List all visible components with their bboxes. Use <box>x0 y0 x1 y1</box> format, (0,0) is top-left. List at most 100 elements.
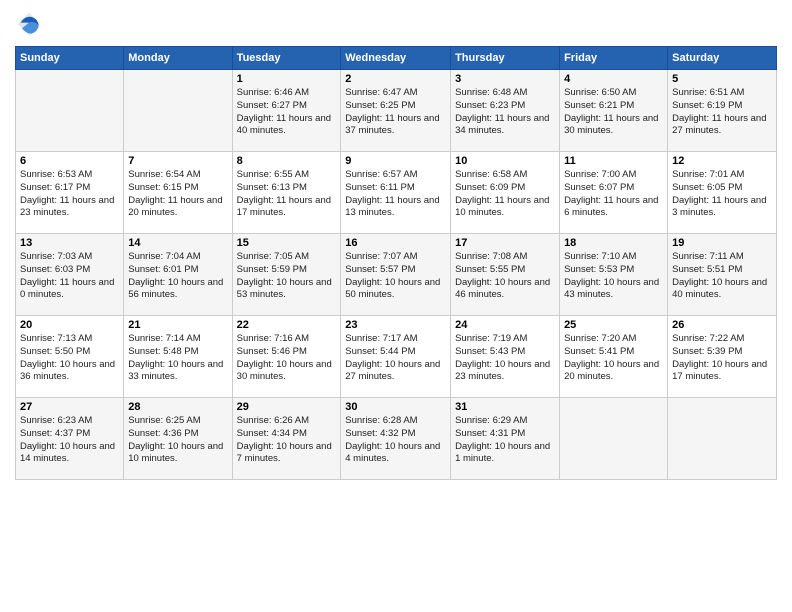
day-number: 25 <box>564 319 663 331</box>
calendar-cell: 28Sunrise: 6:25 AM Sunset: 4:36 PM Dayli… <box>124 398 232 480</box>
day-number: 7 <box>128 155 227 167</box>
calendar-cell <box>560 398 668 480</box>
day-number: 26 <box>672 319 772 331</box>
day-number: 19 <box>672 237 772 249</box>
calendar-cell: 27Sunrise: 6:23 AM Sunset: 4:37 PM Dayli… <box>16 398 124 480</box>
day-info: Sunrise: 7:13 AM Sunset: 5:50 PM Dayligh… <box>20 333 119 384</box>
day-number: 6 <box>20 155 119 167</box>
day-info: Sunrise: 6:55 AM Sunset: 6:13 PM Dayligh… <box>237 169 337 220</box>
weekday-header-row: SundayMondayTuesdayWednesdayThursdayFrid… <box>16 47 777 70</box>
day-info: Sunrise: 6:53 AM Sunset: 6:17 PM Dayligh… <box>20 169 119 220</box>
day-info: Sunrise: 6:28 AM Sunset: 4:32 PM Dayligh… <box>345 415 446 466</box>
day-number: 11 <box>564 155 663 167</box>
calendar-cell: 19Sunrise: 7:11 AM Sunset: 5:51 PM Dayli… <box>668 234 777 316</box>
calendar-cell: 11 Sunrise: 7:00 AM Sunset: 6:07 PM Dayli… <box>560 152 668 234</box>
calendar-cell: 2Sunrise: 6:47 AM Sunset: 6:25 PM Daylig… <box>341 70 451 152</box>
day-info: Sunrise: 7:04 AM Sunset: 6:01 PM Dayligh… <box>128 251 227 302</box>
calendar-cell: 21 Sunrise: 7:14 AM Sunset: 5:48 PM Dayli… <box>124 316 232 398</box>
calendar-cell: 6 Sunrise: 6:53 AM Sunset: 6:17 PM Daylig… <box>16 152 124 234</box>
day-number: 15 <box>237 237 337 249</box>
day-info: Sunrise: 7:14 AM Sunset: 5:48 PM Dayligh… <box>128 333 227 384</box>
calendar-cell: 5 Sunrise: 6:51 AM Sunset: 6:19 PM Daylig… <box>668 70 777 152</box>
day-number: 23 <box>345 319 446 331</box>
weekday-header-sunday: Sunday <box>16 47 124 70</box>
day-number: 21 <box>128 319 227 331</box>
day-number: 31 <box>455 401 555 413</box>
weekday-header-saturday: Saturday <box>668 47 777 70</box>
day-info: Sunrise: 6:58 AM Sunset: 6:09 PM Dayligh… <box>455 169 555 220</box>
day-info: Sunrise: 6:29 AM Sunset: 4:31 PM Dayligh… <box>455 415 555 466</box>
calendar-cell: 7 Sunrise: 6:54 AM Sunset: 6:15 PM Daylig… <box>124 152 232 234</box>
day-info: Sunrise: 7:08 AM Sunset: 5:55 PM Dayligh… <box>455 251 555 302</box>
calendar-cell: 20 Sunrise: 7:13 AM Sunset: 5:50 PM Dayli… <box>16 316 124 398</box>
calendar-cell: 10Sunrise: 6:58 AM Sunset: 6:09 PM Dayli… <box>451 152 560 234</box>
calendar-week-row: 27Sunrise: 6:23 AM Sunset: 4:37 PM Dayli… <box>16 398 777 480</box>
calendar-cell: 29 Sunrise: 6:26 AM Sunset: 4:34 PM Dayli… <box>232 398 341 480</box>
day-info: Sunrise: 6:57 AM Sunset: 6:11 PM Dayligh… <box>345 169 446 220</box>
day-info: Sunrise: 7:17 AM Sunset: 5:44 PM Dayligh… <box>345 333 446 384</box>
calendar-week-row: 1Sunrise: 6:46 AM Sunset: 6:27 PM Daylig… <box>16 70 777 152</box>
day-info: Sunrise: 7:16 AM Sunset: 5:46 PM Dayligh… <box>237 333 337 384</box>
calendar-cell: 23 Sunrise: 7:17 AM Sunset: 5:44 PM Dayli… <box>341 316 451 398</box>
calendar-cell: 24 Sunrise: 7:19 AM Sunset: 5:43 PM Dayli… <box>451 316 560 398</box>
day-number: 1 <box>237 73 337 85</box>
day-number: 12 <box>672 155 772 167</box>
calendar-week-row: 6 Sunrise: 6:53 AM Sunset: 6:17 PM Daylig… <box>16 152 777 234</box>
calendar-cell: 26Sunrise: 7:22 AM Sunset: 5:39 PM Dayli… <box>668 316 777 398</box>
day-number: 20 <box>20 319 119 331</box>
calendar-cell: 8 Sunrise: 6:55 AM Sunset: 6:13 PM Daylig… <box>232 152 341 234</box>
day-number: 5 <box>672 73 772 85</box>
day-number: 9 <box>345 155 446 167</box>
calendar-week-row: 20 Sunrise: 7:13 AM Sunset: 5:50 PM Dayli… <box>16 316 777 398</box>
day-number: 24 <box>455 319 555 331</box>
day-info: Sunrise: 6:54 AM Sunset: 6:15 PM Dayligh… <box>128 169 227 220</box>
weekday-header-friday: Friday <box>560 47 668 70</box>
calendar-cell: 16 Sunrise: 7:07 AM Sunset: 5:57 PM Dayli… <box>341 234 451 316</box>
calendar-cell: 12 Sunrise: 7:01 AM Sunset: 6:05 PM Dayli… <box>668 152 777 234</box>
calendar-cell: 22 Sunrise: 7:16 AM Sunset: 5:46 PM Dayli… <box>232 316 341 398</box>
logo <box>15 10 47 38</box>
calendar-table: SundayMondayTuesdayWednesdayThursdayFrid… <box>15 46 777 480</box>
day-info: Sunrise: 6:50 AM Sunset: 6:21 PM Dayligh… <box>564 87 663 138</box>
day-number: 3 <box>455 73 555 85</box>
day-number: 28 <box>128 401 227 413</box>
day-info: Sunrise: 6:47 AM Sunset: 6:25 PM Dayligh… <box>345 87 446 138</box>
day-info: Sunrise: 7:07 AM Sunset: 5:57 PM Dayligh… <box>345 251 446 302</box>
day-number: 16 <box>345 237 446 249</box>
day-number: 17 <box>455 237 555 249</box>
calendar-cell <box>124 70 232 152</box>
day-info: Sunrise: 6:48 AM Sunset: 6:23 PM Dayligh… <box>455 87 555 138</box>
calendar-week-row: 13 Sunrise: 7:03 AM Sunset: 6:03 PM Dayli… <box>16 234 777 316</box>
calendar-cell: 9 Sunrise: 6:57 AM Sunset: 6:11 PM Daylig… <box>341 152 451 234</box>
day-info: Sunrise: 7:00 AM Sunset: 6:07 PM Dayligh… <box>564 169 663 220</box>
weekday-header-thursday: Thursday <box>451 47 560 70</box>
calendar-cell <box>668 398 777 480</box>
weekday-header-monday: Monday <box>124 47 232 70</box>
day-number: 22 <box>237 319 337 331</box>
day-number: 18 <box>564 237 663 249</box>
calendar-cell <box>16 70 124 152</box>
calendar-cell: 14 Sunrise: 7:04 AM Sunset: 6:01 PM Dayli… <box>124 234 232 316</box>
day-info: Sunrise: 7:10 AM Sunset: 5:53 PM Dayligh… <box>564 251 663 302</box>
calendar-cell: 18 Sunrise: 7:10 AM Sunset: 5:53 PM Dayli… <box>560 234 668 316</box>
calendar-cell: 3 Sunrise: 6:48 AM Sunset: 6:23 PM Daylig… <box>451 70 560 152</box>
day-number: 27 <box>20 401 119 413</box>
day-number: 8 <box>237 155 337 167</box>
calendar-cell: 1Sunrise: 6:46 AM Sunset: 6:27 PM Daylig… <box>232 70 341 152</box>
weekday-header-wednesday: Wednesday <box>341 47 451 70</box>
logo-icon <box>15 10 43 38</box>
day-info: Sunrise: 7:05 AM Sunset: 5:59 PM Dayligh… <box>237 251 337 302</box>
day-info: Sunrise: 7:19 AM Sunset: 5:43 PM Dayligh… <box>455 333 555 384</box>
day-number: 14 <box>128 237 227 249</box>
day-info: Sunrise: 7:01 AM Sunset: 6:05 PM Dayligh… <box>672 169 772 220</box>
day-info: Sunrise: 6:51 AM Sunset: 6:19 PM Dayligh… <box>672 87 772 138</box>
day-number: 30 <box>345 401 446 413</box>
day-number: 13 <box>20 237 119 249</box>
page-container: SundayMondayTuesdayWednesdayThursdayFrid… <box>0 0 792 490</box>
day-number: 29 <box>237 401 337 413</box>
day-info: Sunrise: 7:03 AM Sunset: 6:03 PM Dayligh… <box>20 251 119 302</box>
day-info: Sunrise: 6:26 AM Sunset: 4:34 PM Dayligh… <box>237 415 337 466</box>
day-info: Sunrise: 7:20 AM Sunset: 5:41 PM Dayligh… <box>564 333 663 384</box>
calendar-cell: 30 Sunrise: 6:28 AM Sunset: 4:32 PM Dayli… <box>341 398 451 480</box>
weekday-header-tuesday: Tuesday <box>232 47 341 70</box>
